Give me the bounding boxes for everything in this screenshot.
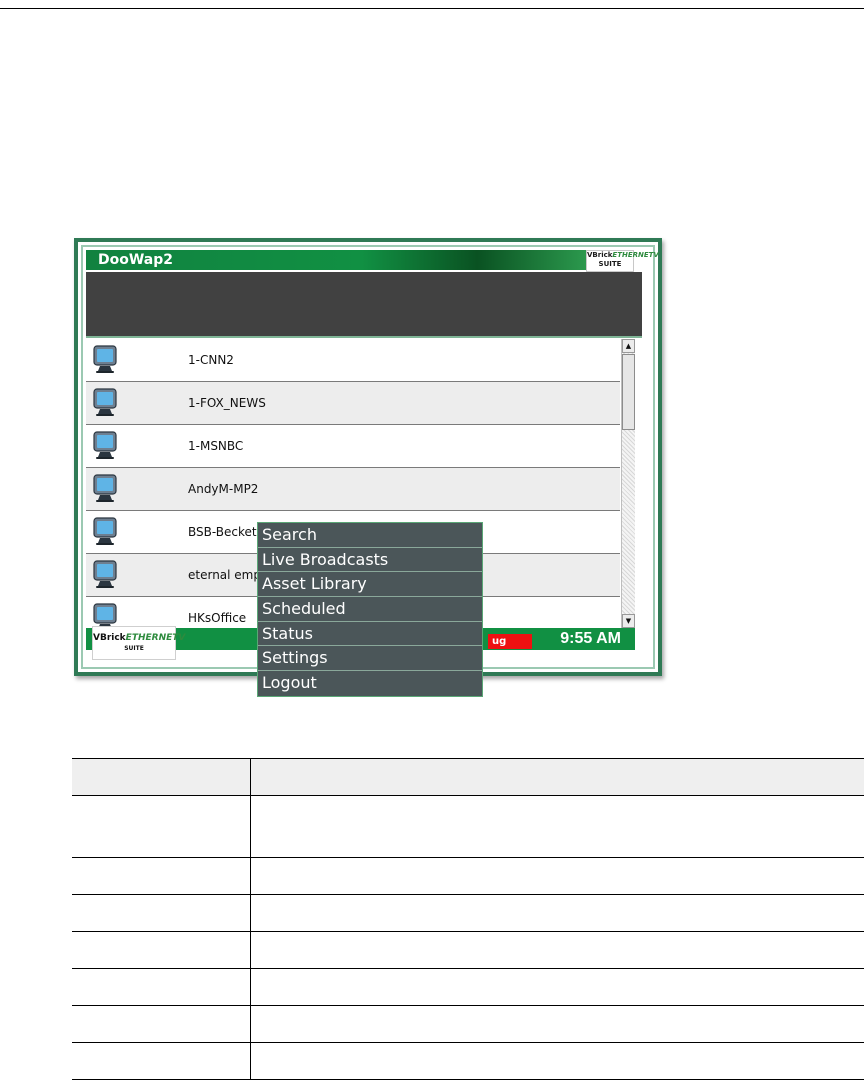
tv-monitor-icon: [93, 431, 117, 459]
brand-suffix: SUITE: [598, 260, 622, 268]
brand-suffix: SUITE: [124, 645, 144, 652]
table-row: [72, 795, 864, 858]
table-row: [72, 931, 864, 969]
tv-monitor-icon: [93, 517, 117, 545]
table-header-row: [72, 758, 864, 796]
list-scrollbar[interactable]: ▲ ▼: [621, 339, 635, 628]
channel-row[interactable]: 1-FOX_NEWS: [86, 382, 620, 425]
table-header-cell: [72, 758, 251, 796]
table-row: [72, 968, 864, 1006]
table-row: [72, 1005, 864, 1043]
brand-logo-top: VBrickETHERNETV SUITE: [586, 250, 659, 272]
arrow-down-icon[interactable]: ▼: [622, 614, 635, 628]
arrow-up-icon[interactable]: ▲: [622, 339, 635, 353]
channel-name: 1-MSNBC: [188, 439, 244, 453]
scroll-thumb[interactable]: [622, 354, 635, 430]
channel-name: 1-FOX_NEWS: [188, 396, 266, 410]
menu-item-scheduled[interactable]: Scheduled: [258, 597, 482, 622]
channel-name: 1-CNN2: [188, 353, 234, 367]
tv-monitor-icon: [93, 603, 117, 628]
status-alert-badge: ug: [488, 634, 532, 649]
menu-item-logout[interactable]: Logout: [258, 671, 482, 696]
tv-monitor-icon: [93, 474, 117, 502]
tv-monitor-icon: [93, 388, 117, 416]
channel-row[interactable]: 1-MSNBC: [86, 425, 620, 468]
channel-row[interactable]: 1-CNN2: [86, 339, 620, 382]
channel-name: eternal emp: [188, 568, 261, 582]
menu-item-settings[interactable]: Settings: [258, 646, 482, 672]
page-top-rule: [0, 8, 864, 9]
description-table: [72, 758, 864, 1080]
tv-monitor-icon: [93, 345, 117, 373]
menu-item-live-broadcasts[interactable]: Live Broadcasts: [258, 548, 482, 573]
channel-name: HKsOffice: [188, 611, 247, 625]
clock: 9:55 AM: [560, 630, 621, 647]
menu-item-search[interactable]: Search: [258, 523, 482, 548]
channel-name: BSB-Becket: [188, 525, 257, 539]
brand-accent: ETHERNETV: [612, 251, 659, 259]
window-title: DooWap2: [86, 250, 588, 270]
channel-name: AndyM-MP2: [188, 482, 259, 496]
tv-monitor-icon: [93, 560, 117, 588]
menu-item-asset-library[interactable]: Asset Library: [258, 572, 482, 598]
table-row: [72, 894, 864, 932]
table-header-cell: [250, 758, 864, 796]
table-row: [72, 1042, 864, 1080]
brand-logo-bottom: VBrickETHERNETV SUITE: [92, 626, 185, 660]
menu-item-status[interactable]: Status: [258, 622, 482, 647]
video-banner: [86, 272, 642, 338]
brand-accent: ETHERNETV: [125, 633, 186, 643]
brand-name: VBrick: [587, 251, 613, 259]
table-row: [72, 857, 864, 895]
channel-row[interactable]: AndyM-MP2: [86, 468, 620, 511]
main-menu: Search Live Broadcasts Asset Library Sch…: [257, 522, 483, 697]
brand-name: VBrick: [93, 633, 126, 643]
